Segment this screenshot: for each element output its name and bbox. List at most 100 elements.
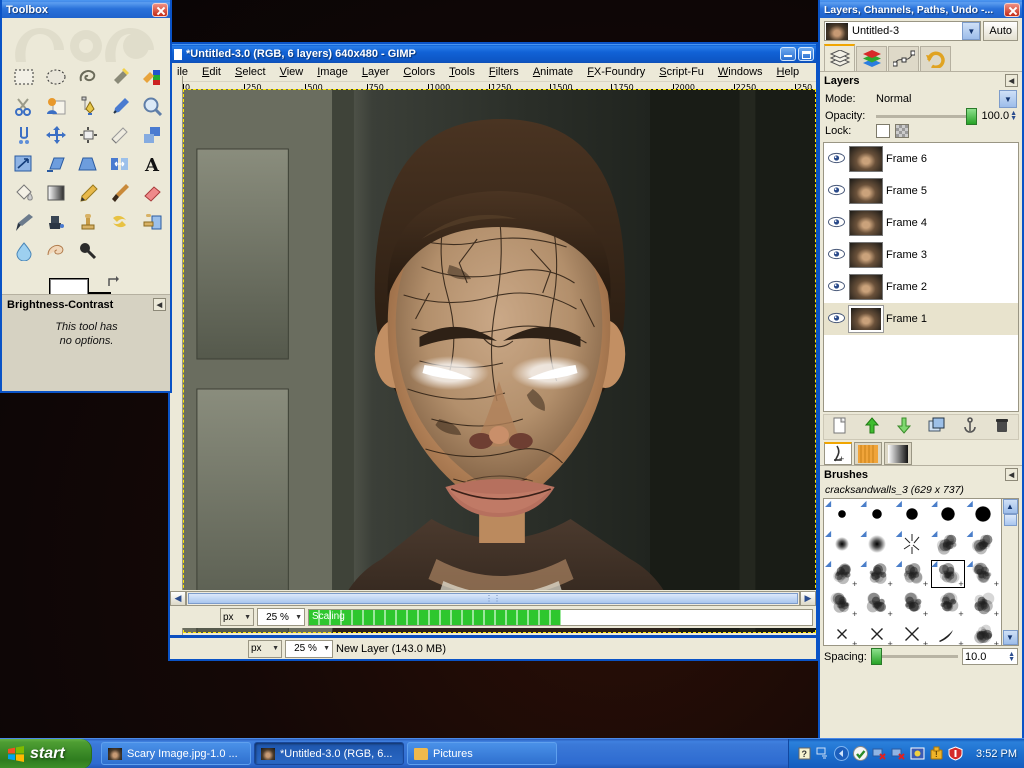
lock-alpha-icon[interactable] [895,124,909,138]
tab-gradients[interactable] [884,442,912,465]
sound-icon[interactable] [853,746,869,761]
menu-item-help[interactable]: Help [770,64,807,80]
menu-item-filters[interactable]: Filters [482,64,526,80]
spinner-arrows-icon[interactable]: ▲ ▼ [1008,651,1015,663]
brush-cell[interactable]: ◢ [930,529,965,559]
heal-tool[interactable] [104,207,136,236]
brush-cell[interactable]: + [966,589,1001,619]
start-button[interactable]: start [0,738,92,768]
free-select-tool[interactable] [72,62,104,91]
menu-item-animate[interactable]: Animate [526,64,580,80]
tab-channels[interactable] [856,46,887,71]
pencil-tool[interactable] [72,178,104,207]
brush-cell[interactable]: ◢ [824,529,859,559]
brush-cell[interactable]: + ◢ [859,559,894,589]
spacing-slider-handle[interactable] [870,648,882,665]
brush-cell[interactable]: + [895,589,930,619]
blur-sharpen-tool[interactable] [8,236,40,265]
brush-cell[interactable]: + [930,619,965,645]
perspective-clone-tool[interactable] [136,207,168,236]
rotate-tool[interactable] [136,120,168,149]
bucket-fill-tool[interactable] [8,178,40,207]
layers-panel-menu-button[interactable]: ◀ [1005,74,1018,87]
brush-scroll-thumb[interactable] [1003,514,1017,526]
brush-cell[interactable]: ◢ [859,499,894,529]
lower-layer-button[interactable] [896,417,912,437]
image-window-titlebar[interactable]: *Untitled-3.0 (RGB, 6 layers) 640x480 - … [170,44,816,63]
paths-tool[interactable] [72,91,104,120]
anchor-layer-button[interactable] [962,417,978,437]
brush-cell[interactable]: ◢ [966,529,1001,559]
raise-layer-button[interactable] [864,417,880,437]
scale-tool[interactable] [8,149,40,178]
tab-paths[interactable] [888,46,919,71]
tab-brushes[interactable]: + [824,442,852,465]
eye-icon[interactable] [826,184,846,199]
security-icon[interactable] [948,746,963,761]
layer-row[interactable]: Frame 6 [824,143,1018,175]
dock-titlebar[interactable]: Layers, Channels, Paths, Undo -... [820,0,1022,18]
layer-row[interactable]: Frame 2 [824,271,1018,303]
brush-cell[interactable]: + ◢ [966,559,1001,589]
auto-follow-button[interactable]: Auto [983,21,1018,41]
menu-item-edit[interactable]: Edit [195,64,228,80]
scissors-select-tool[interactable] [8,91,40,120]
menu-item-windows[interactable]: Windows [711,64,770,80]
smudge-tool[interactable] [40,236,72,265]
zoom-selector-2[interactable]: 25 % ▼ [285,639,333,658]
blend-tool[interactable] [40,178,72,207]
swap-colors-icon[interactable] [107,276,120,289]
layer-row[interactable]: Frame 5 [824,175,1018,207]
stack-icon[interactable] [816,747,829,760]
taskbar-task[interactable]: *Untitled-3.0 (RGB, 6... [254,742,404,765]
network-icon[interactable] [872,746,887,761]
brushes-panel-menu-button[interactable]: ◀ [1005,468,1018,481]
delete-layer-button[interactable] [994,417,1010,437]
brush-grid-scrollbar[interactable]: ▲ ▼ [1001,499,1018,645]
move-tool[interactable] [40,120,72,149]
toolbox-close-button[interactable] [152,2,168,17]
eye-icon[interactable] [826,312,846,327]
eye-icon[interactable] [826,248,846,263]
lock-pixels-checkbox[interactable] [876,124,890,138]
new-layer-button[interactable] [832,417,848,437]
mode-combo[interactable]: Normal ▼ [876,90,1017,108]
image-window-minimize-button[interactable] [780,47,796,61]
help-icon[interactable]: ? [798,747,811,760]
spinner-arrows-icon[interactable]: ▲ ▼ [1010,110,1017,122]
scroll-trough[interactable]: ⋮⋮ [186,590,800,606]
eye-icon[interactable] [826,280,846,295]
tab-layers[interactable] [824,44,855,71]
chevron-down-icon[interactable]: ▼ [999,90,1017,108]
brush-cell[interactable]: + ◢ [930,559,965,589]
brush-cell[interactable]: ◢ [966,499,1001,529]
tool-options-menu-button[interactable]: ◀ [153,298,166,311]
network2-icon[interactable] [891,746,906,761]
opacity-slider[interactable] [876,107,977,125]
image-canvas[interactable] [183,89,816,633]
layer-row[interactable]: Frame 3 [824,239,1018,271]
dodge-burn-tool[interactable] [72,236,104,265]
tab-patterns[interactable] [854,442,882,465]
image-window-maximize-button[interactable] [798,47,814,61]
brush-cell[interactable]: + [930,589,965,619]
brush-cell[interactable]: ◢ [895,529,930,559]
dock-close-button[interactable] [1004,2,1020,17]
menu-item-colors[interactable]: Colors [396,64,442,80]
ink-tool[interactable] [40,207,72,236]
brush-cell[interactable]: + [859,589,894,619]
chevron-down-icon[interactable]: ▼ [962,22,981,40]
zoom-tool[interactable] [136,91,168,120]
foreground-select-tool[interactable] [40,91,72,120]
menu-item-script-fu[interactable]: Script-Fu [652,64,711,80]
ellipse-select-tool[interactable] [40,62,72,91]
image-selector-combo[interactable]: Untitled-3 ▼ [824,21,982,41]
layer-list[interactable]: Frame 6 Frame 5 Frame 4 Frame 3 Frame 2 Frame… [823,142,1019,412]
flip-tool[interactable] [104,149,136,178]
brush-grid[interactable]: ◢ ◢ ◢ ◢ ◢ ◢ ◢ ◢ ◢ ◢ + ◢ + ◢ + ◢ + ◢ + ◢ + + + + + + + + + + [824,499,1001,645]
brush-cell[interactable]: + [824,619,859,645]
text-tool[interactable]: A [136,149,168,178]
taskbar-task[interactable]: Pictures [407,742,557,765]
paintbrush-tool[interactable] [104,178,136,207]
brush-cell[interactable]: ◢ [930,499,965,529]
